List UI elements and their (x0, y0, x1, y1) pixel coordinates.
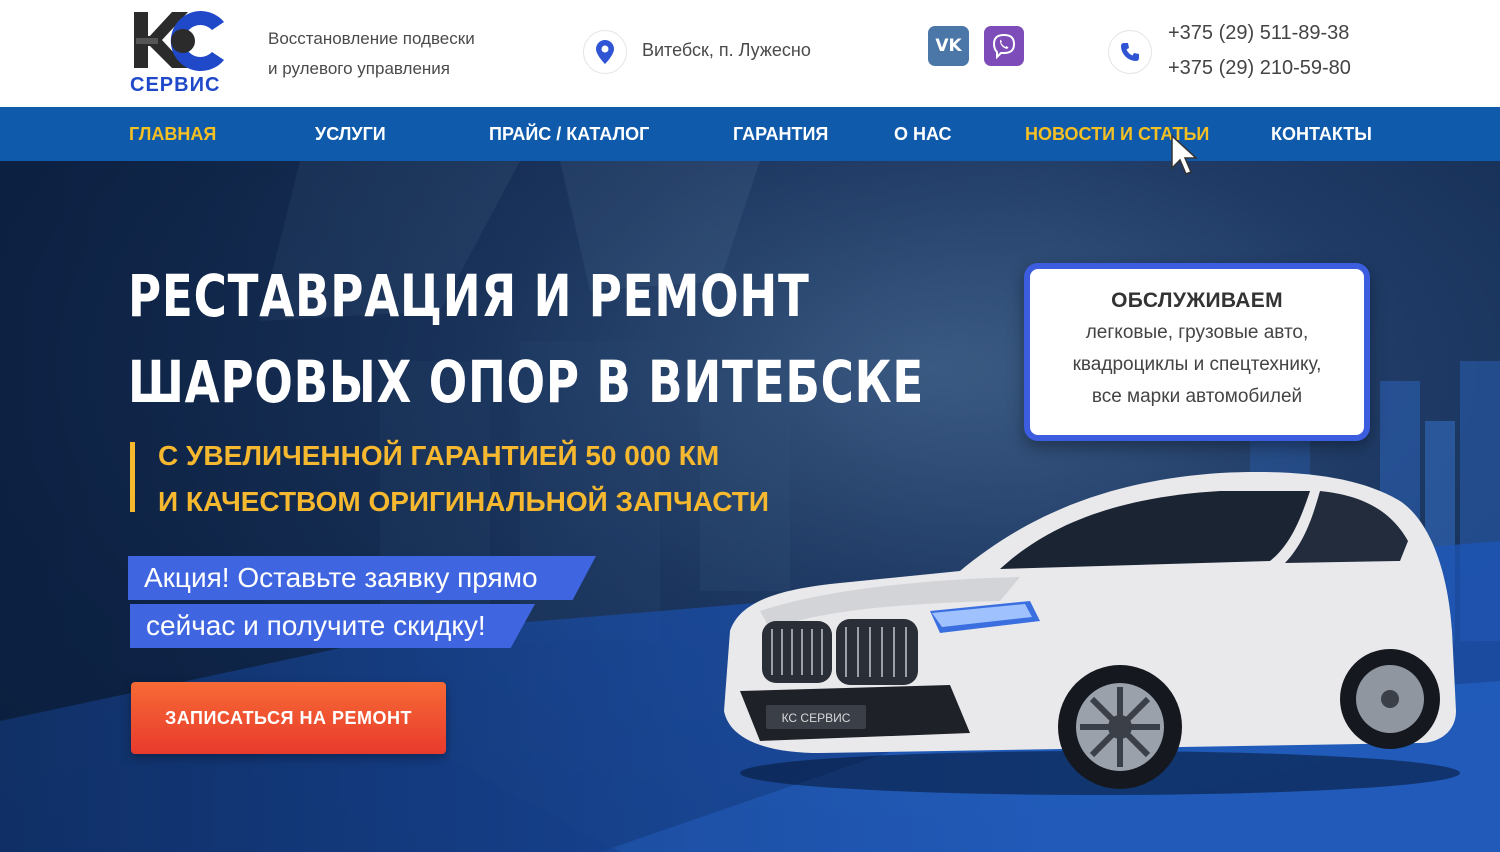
nav-item-warranty[interactable]: ГАРАНТИЯ (733, 124, 828, 145)
hero-subtitle: С УВЕЛИЧЕННОЙ ГАРАНТИЕЙ 50 000 КМ И КАЧЕ… (158, 433, 769, 525)
promo-line-2: сейчас и получите скидку! (130, 604, 535, 648)
logo-mark-icon (134, 11, 224, 71)
address: Витебск, п. Лужесно (642, 40, 811, 60)
phone-number-1[interactable]: +375 (29) 511-89-38 (1168, 16, 1351, 51)
promo-line-1: Акция! Оставьте заявку прямо (128, 556, 596, 600)
site-header: СЕРВИС Восстановление подвески и рулевог… (0, 0, 1500, 107)
service-box-description: легковые, грузовые авто, квадроциклы и с… (1030, 317, 1364, 413)
hero-title-line-1: РЕСТАВРАЦИЯ И РЕМОНТ (128, 262, 810, 330)
tagline-line-2: и рулевого управления (268, 59, 451, 78)
phone-icon (1108, 30, 1152, 74)
nav-item-price-catalog[interactable]: ПРАЙС / КАТАЛОГ (489, 124, 649, 145)
location-pin-icon (583, 30, 627, 74)
subtitle-accent-bar (130, 442, 135, 512)
hero-title-line-2: ШАРОВЫХ ОПОР В ВИТЕБСКЕ (128, 348, 925, 416)
service-box-line-2: квадроциклы и спецтехнику, (1072, 354, 1322, 375)
phone-numbers: +375 (29) 511-89-38 +375 (29) 210-59-80 (1168, 16, 1351, 86)
service-box-line-3: все марки автомобилей (1091, 386, 1303, 407)
vk-icon[interactable]: VK (928, 26, 969, 66)
logo-text: СЕРВИС (130, 74, 221, 96)
nav-item-about[interactable]: О НАС (894, 124, 952, 145)
hero-section: РЕСТАВРАЦИЯ И РЕМОНТ ШАРОВЫХ ОПОР В ВИТЕ… (0, 161, 1500, 852)
car-image: КС СЕРВИС (724, 472, 1460, 795)
service-box-line-1: легковые, грузовые авто, (1085, 322, 1309, 343)
phone-number-2[interactable]: +375 (29) 210-59-80 (1168, 51, 1351, 86)
tagline: Восстановление подвески и рулевого управ… (268, 24, 528, 84)
service-info-box: ОБСЛУЖИВАЕМ легковые, грузовые авто, ква… (1024, 263, 1370, 441)
book-repair-button[interactable]: ЗАПИСАТЬСЯ НА РЕМОНТ (131, 682, 446, 754)
main-nav: ГЛАВНАЯ УСЛУГИ ПРАЙС / КАТАЛОГ ГАРАНТИЯ … (0, 107, 1500, 161)
viber-icon[interactable] (984, 26, 1024, 66)
hero-title: РЕСТАВРАЦИЯ И РЕМОНТ ШАРОВЫХ ОПОР В ВИТЕ… (128, 253, 925, 425)
tagline-line-1: Восстановление подвески (268, 29, 475, 48)
nav-item-home[interactable]: ГЛАВНАЯ (129, 124, 216, 145)
mouse-cursor-icon (1171, 134, 1198, 175)
hero-subtitle-line-2: И КАЧЕСТВОМ ОРИГИНАЛЬНОЙ ЗАПЧАСТИ (158, 486, 769, 517)
license-plate-text: КС СЕРВИС (782, 711, 851, 725)
hero-subtitle-line-1: С УВЕЛИЧЕННОЙ ГАРАНТИЕЙ 50 000 КМ (158, 440, 720, 471)
nav-item-services[interactable]: УСЛУГИ (315, 124, 386, 145)
service-box-title: ОБСЛУЖИВАЕМ (1111, 289, 1283, 312)
nav-item-contacts[interactable]: КОНТАКТЫ (1271, 124, 1372, 145)
logo[interactable]: СЕРВИС (128, 8, 228, 96)
